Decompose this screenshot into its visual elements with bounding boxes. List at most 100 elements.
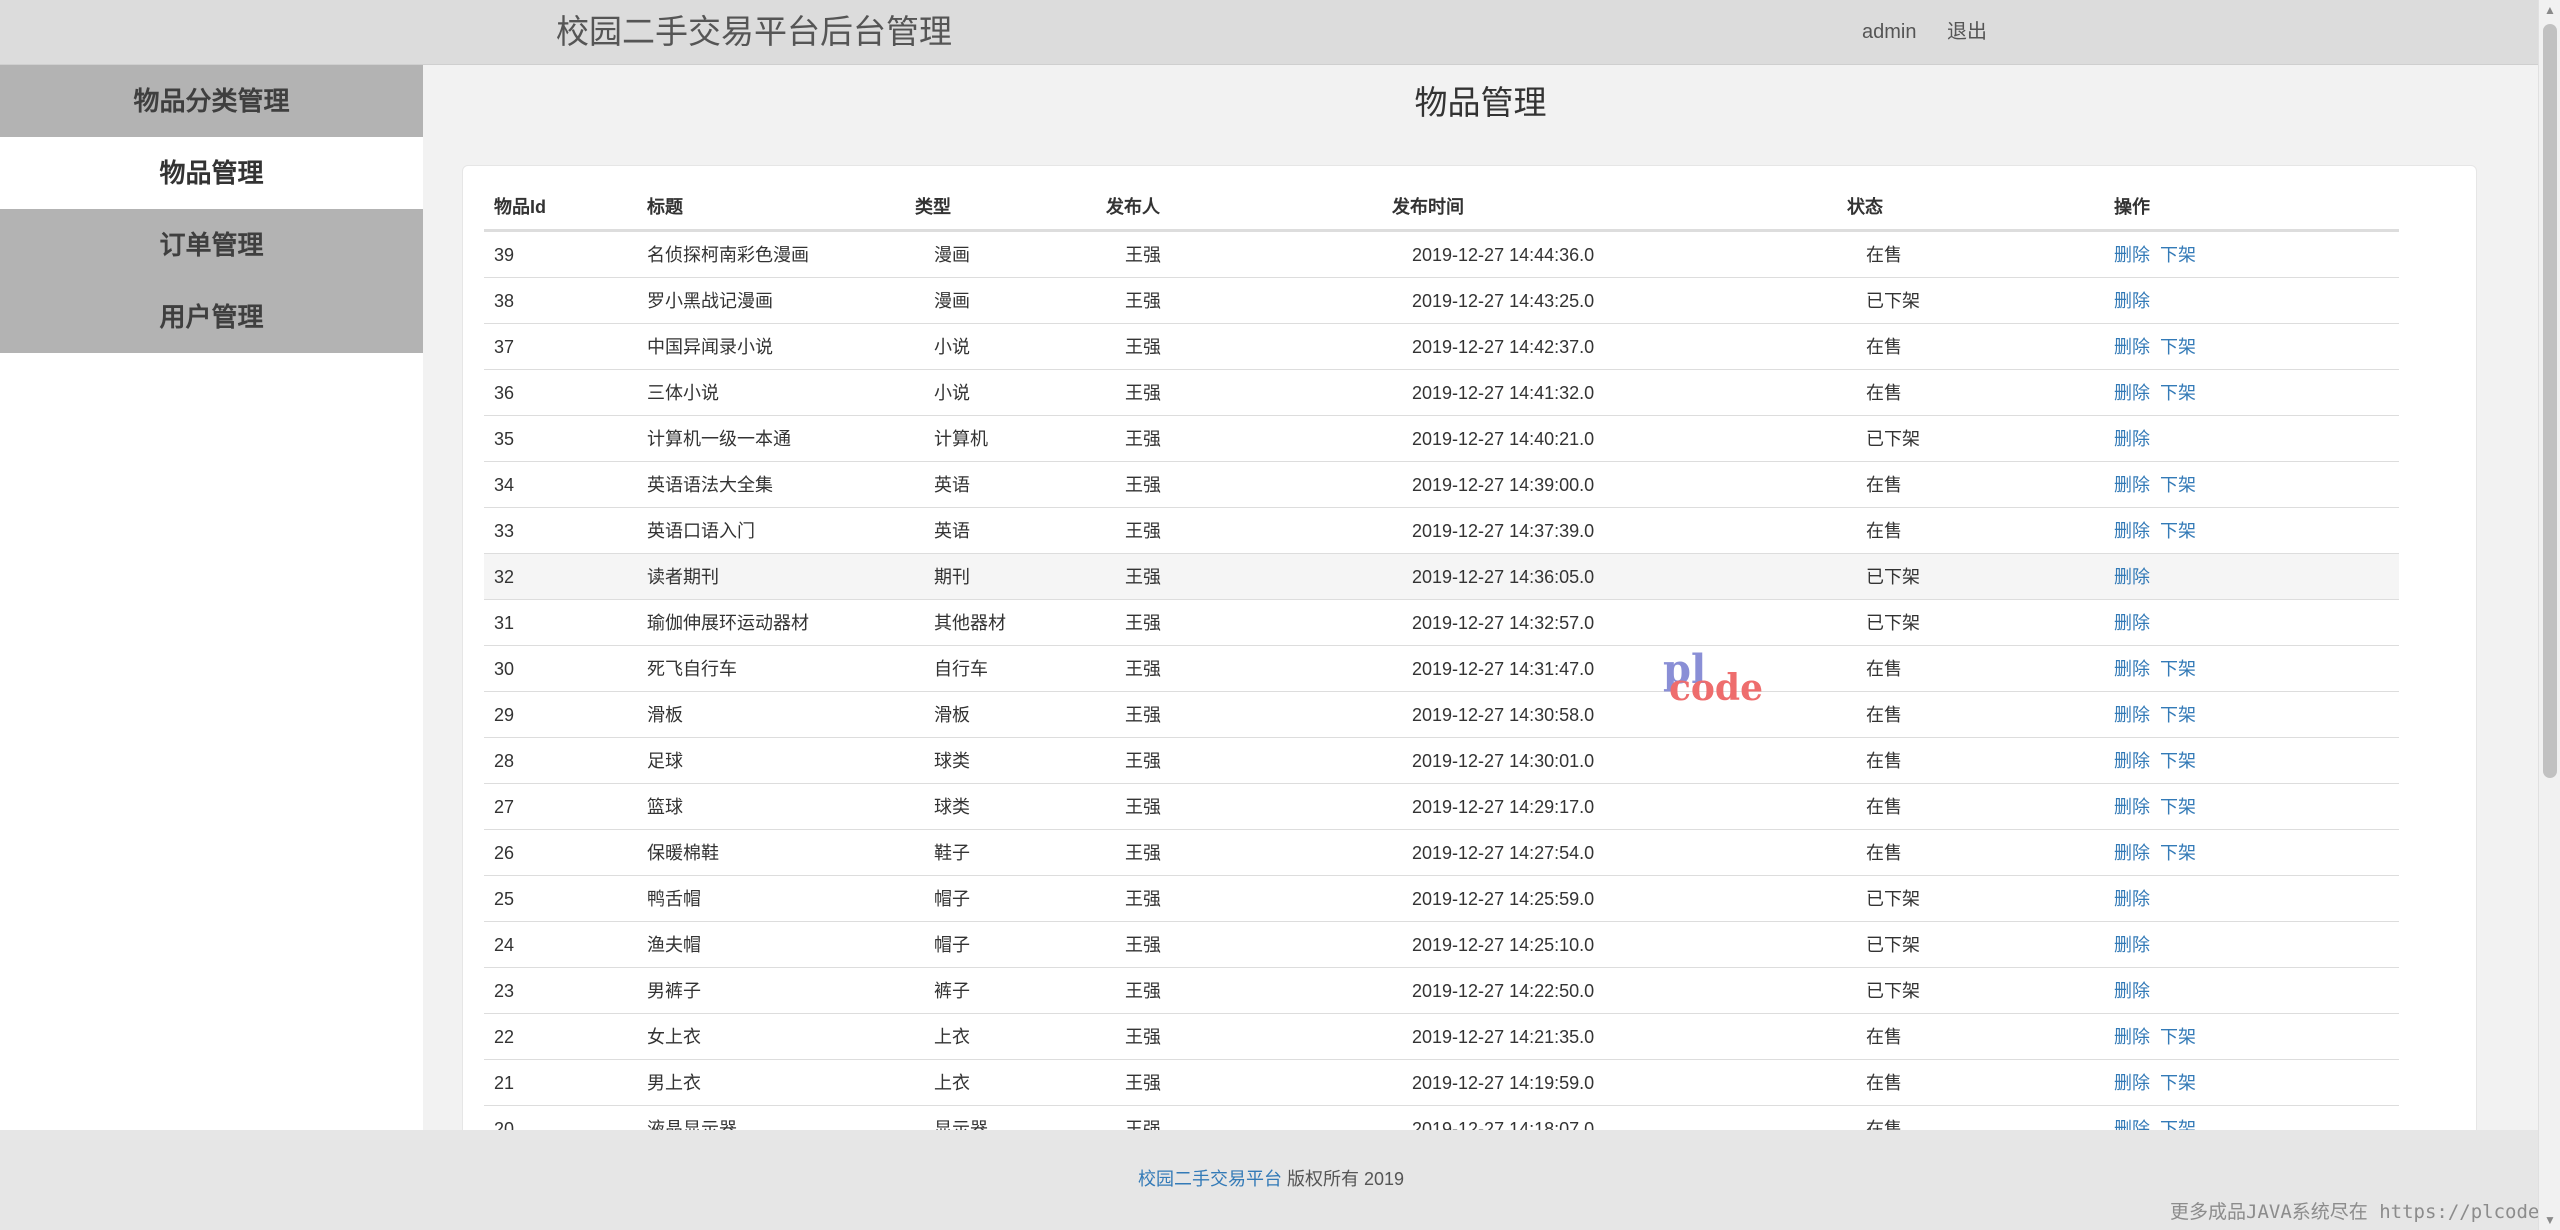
cell-type: 计算机 xyxy=(934,429,988,449)
delete-link[interactable]: 删除 xyxy=(2114,843,2150,863)
table-row: 35 计算机一级一本通 计算机 王强 2019-12-27 14:40:21.0 已下架 删… xyxy=(484,416,2399,462)
cell-status: 在售 xyxy=(1866,705,1902,725)
cell-status: 已下架 xyxy=(1866,981,1920,1001)
cell-id: 36 xyxy=(494,383,515,403)
cell-actions: 删除 下架 xyxy=(2114,842,2206,864)
cell-time: 2019-12-27 14:22:50.0 xyxy=(1412,981,1595,1001)
takedown-link[interactable]: 下架 xyxy=(2160,521,2196,541)
delete-link[interactable]: 删除 xyxy=(2114,521,2150,541)
cell-title: 计算机一级一本通 xyxy=(647,429,791,449)
cell-actions: 删除 下架 xyxy=(2114,520,2206,542)
cell-id: 35 xyxy=(494,429,515,449)
cell-status: 在售 xyxy=(1866,659,1902,679)
cell-type: 英语 xyxy=(934,521,970,541)
sidebar-item-user-management[interactable]: 用户管理 xyxy=(0,281,423,353)
delete-link[interactable]: 删除 xyxy=(2114,981,2150,1001)
cell-time: 2019-12-27 14:30:58.0 xyxy=(1412,705,1595,725)
site-title: 校园二手交易平台后台管理 xyxy=(556,13,952,50)
scroll-down-arrow-icon[interactable]: ▼ xyxy=(2539,1210,2560,1230)
delete-link[interactable]: 删除 xyxy=(2114,1119,2150,1130)
cell-time: 2019-12-27 14:36:05.0 xyxy=(1412,567,1595,587)
takedown-link[interactable]: 下架 xyxy=(2160,383,2196,403)
cell-actions: 删除 下架 xyxy=(2114,244,2206,266)
sidebar-item-category-management[interactable]: 物品分类管理 xyxy=(0,65,423,137)
footer-site-link[interactable]: 校园二手交易平台 xyxy=(1138,1169,1282,1189)
delete-link[interactable]: 删除 xyxy=(2114,797,2150,817)
takedown-link[interactable]: 下架 xyxy=(2160,337,2196,357)
delete-link[interactable]: 删除 xyxy=(2114,475,2150,495)
cell-id: 24 xyxy=(494,935,515,955)
table-body: 39 名侦探柯南彩色漫画 漫画 王强 2019-12-27 14:44:36.0 在售 删除… xyxy=(484,232,2399,1130)
takedown-link[interactable]: 下架 xyxy=(2160,245,2196,265)
delete-link[interactable]: 删除 xyxy=(2114,613,2150,633)
takedown-link[interactable]: 下架 xyxy=(2160,1073,2196,1093)
takedown-link[interactable]: 下架 xyxy=(2160,797,2196,817)
takedown-link[interactable]: 下架 xyxy=(2160,1027,2196,1047)
cell-publisher: 王强 xyxy=(1125,889,1161,909)
cell-title: 读者期刊 xyxy=(647,567,719,587)
cell-actions: 删除 xyxy=(2114,566,2160,588)
sidebar-item-item-management[interactable]: 物品管理 xyxy=(0,137,423,209)
cell-id: 22 xyxy=(494,1027,515,1047)
scroll-up-arrow-icon[interactable]: ▲ xyxy=(2539,0,2560,20)
delete-link[interactable]: 删除 xyxy=(2114,1027,2150,1047)
cell-status: 已下架 xyxy=(1866,291,1920,311)
cell-actions: 删除 下架 xyxy=(2114,336,2206,358)
delete-link[interactable]: 删除 xyxy=(2114,705,2150,725)
delete-link[interactable]: 删除 xyxy=(2114,889,2150,909)
cell-status: 已下架 xyxy=(1866,889,1920,909)
cell-status: 已下架 xyxy=(1866,567,1920,587)
delete-link[interactable]: 删除 xyxy=(2114,751,2150,771)
table-header: 物品Id 标题 类型 发布人 发布时间 状态 操作 xyxy=(484,182,2399,232)
table-row: 24 渔夫帽 帽子 王强 2019-12-27 14:25:10.0 已下架 删除 xyxy=(484,922,2399,968)
cell-status: 在售 xyxy=(1866,751,1902,771)
vertical-scrollbar[interactable]: ▲ ▼ xyxy=(2538,0,2560,1230)
items-table: 物品Id 标题 类型 发布人 发布时间 状态 操作 39 名侦探柯南彩色漫画 漫画王… xyxy=(484,182,2399,1130)
scrollbar-thumb[interactable] xyxy=(2543,24,2557,778)
cell-status: 在售 xyxy=(1866,797,1902,817)
cell-type: 鞋子 xyxy=(934,843,970,863)
cell-publisher: 王强 xyxy=(1125,935,1161,955)
cell-type: 期刊 xyxy=(934,567,970,587)
delete-link[interactable]: 删除 xyxy=(2114,337,2150,357)
cell-publisher: 王强 xyxy=(1125,245,1161,265)
table-row: 20 液晶显示器 显示器 王强 2019-12-27 14:18:07.0 在售 删除 下架 xyxy=(484,1106,2399,1130)
cell-status: 在售 xyxy=(1866,245,1902,265)
table-row: 36 三体小说 小说 王强 2019-12-27 14:41:32.0 在售 删除 下架 xyxy=(484,370,2399,416)
table-row: 29 滑板 滑板 王强 2019-12-27 14:30:58.0 在售 删除 下架 xyxy=(484,692,2399,738)
cell-title: 渔夫帽 xyxy=(647,935,701,955)
cell-title: 名侦探柯南彩色漫画 xyxy=(647,245,809,265)
takedown-link[interactable]: 下架 xyxy=(2160,751,2196,771)
delete-link[interactable]: 删除 xyxy=(2114,1073,2150,1093)
cell-actions: 删除 下架 xyxy=(2114,1026,2206,1048)
cell-time: 2019-12-27 14:29:17.0 xyxy=(1412,797,1595,817)
page-title: 物品管理 xyxy=(1414,84,1547,121)
delete-link[interactable]: 删除 xyxy=(2114,245,2150,265)
cell-status: 已下架 xyxy=(1866,429,1920,449)
delete-link[interactable]: 删除 xyxy=(2114,291,2150,311)
cell-id: 20 xyxy=(494,1119,515,1130)
delete-link[interactable]: 删除 xyxy=(2114,935,2150,955)
cell-publisher: 王强 xyxy=(1125,797,1161,817)
cell-time: 2019-12-27 14:21:35.0 xyxy=(1412,1027,1595,1047)
delete-link[interactable]: 删除 xyxy=(2114,429,2150,449)
cell-status: 已下架 xyxy=(1866,935,1920,955)
cell-status: 在售 xyxy=(1866,337,1902,357)
user-link[interactable]: admin xyxy=(1862,20,1916,44)
cell-time: 2019-12-27 14:19:59.0 xyxy=(1412,1073,1595,1093)
sidebar-item-order-management[interactable]: 订单管理 xyxy=(0,209,423,281)
delete-link[interactable]: 删除 xyxy=(2114,383,2150,403)
delete-link[interactable]: 删除 xyxy=(2114,659,2150,679)
takedown-link[interactable]: 下架 xyxy=(2160,843,2196,863)
cell-status: 在售 xyxy=(1866,1027,1902,1047)
main-content: 物品管理 物品Id 标题 类型 发布人 发布时间 状态 操作 39 名侦探柯南彩色… xyxy=(423,65,2538,1130)
takedown-link[interactable]: 下架 xyxy=(2160,705,2196,725)
cell-publisher: 王强 xyxy=(1125,1073,1161,1093)
logout-link[interactable]: 退出 xyxy=(1947,20,1987,44)
takedown-link[interactable]: 下架 xyxy=(2160,1119,2196,1130)
delete-link[interactable]: 删除 xyxy=(2114,567,2150,587)
table-row: 39 名侦探柯南彩色漫画 漫画 王强 2019-12-27 14:44:36.0 在售 删除… xyxy=(484,232,2399,278)
cell-title: 中国异闻录小说 xyxy=(647,337,773,357)
takedown-link[interactable]: 下架 xyxy=(2160,659,2196,679)
takedown-link[interactable]: 下架 xyxy=(2160,475,2196,495)
